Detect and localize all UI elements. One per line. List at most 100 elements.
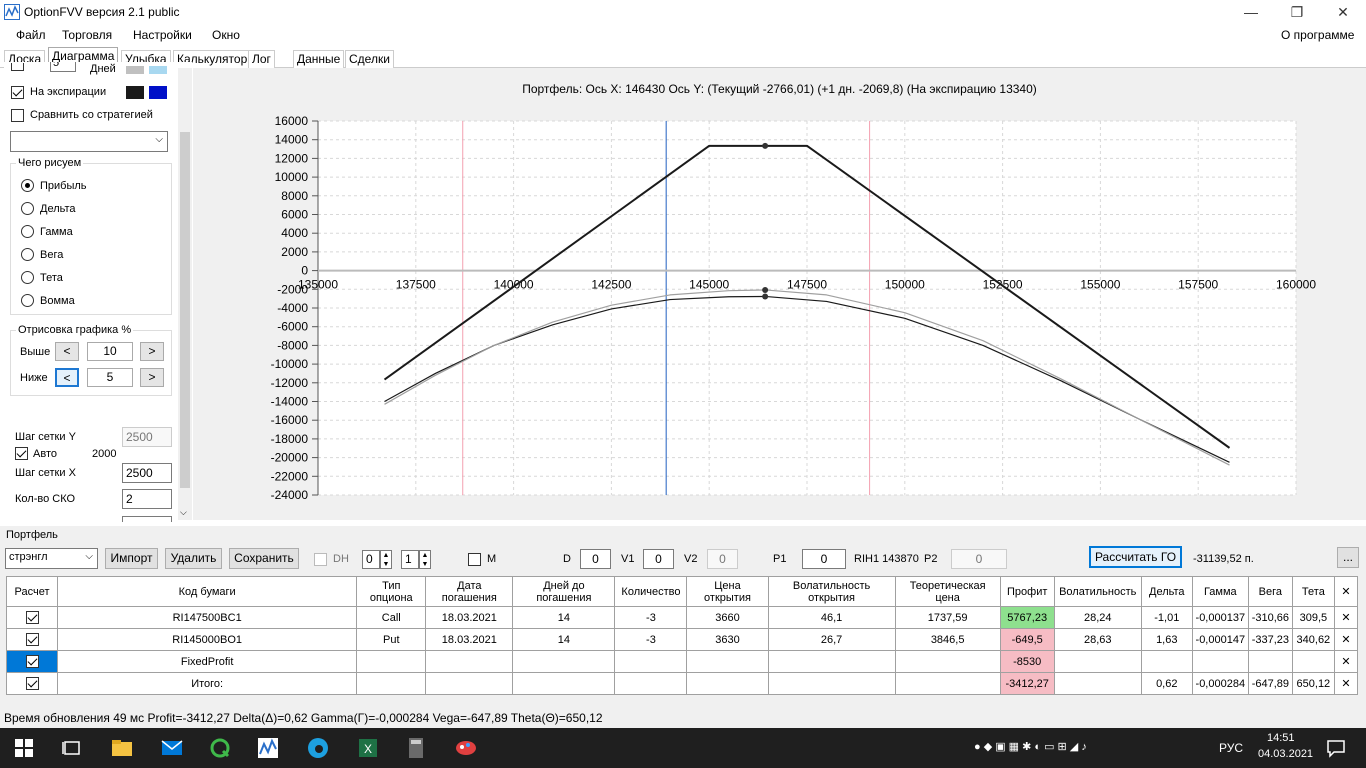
column-header[interactable]: Волатильность открытия — [767, 576, 896, 607]
radio-vomma[interactable] — [21, 294, 34, 307]
paint-icon[interactable] — [454, 736, 478, 760]
optionfvv-icon[interactable] — [256, 736, 280, 760]
calc-checkbox[interactable] — [25, 633, 39, 646]
column-header[interactable]: Профит — [999, 576, 1055, 607]
left-panel-scrollbar[interactable]: ⌵ — [178, 68, 192, 520]
table-row[interactable]: RI145000BO1 Put 18.03.2021 14 -3 3630 26,7 3846… — [5, 628, 1359, 651]
table-row[interactable]: FixedProfit -8530 ✕ — [5, 650, 1359, 673]
row-delete-button[interactable]: ✕ — [1333, 628, 1359, 651]
table-row[interactable]: Итого: -3412,27 0,62 -0,000284 -647,89 650,12… — [5, 672, 1359, 695]
calculator-icon[interactable] — [404, 736, 428, 760]
windows-start-icon[interactable] — [12, 736, 36, 760]
scrollbar-thumb[interactable] — [180, 132, 190, 488]
radio-theta[interactable] — [21, 271, 34, 284]
column-header[interactable]: Дельта — [1140, 576, 1193, 607]
radio-gamma[interactable] — [21, 225, 34, 238]
cell-code[interactable]: RI147500BC1 — [57, 606, 358, 629]
file-explorer-icon[interactable] — [110, 736, 134, 760]
row-delete-button[interactable]: ✕ — [1333, 606, 1359, 629]
calc-checkbox-cell[interactable] — [5, 606, 59, 629]
calc-checkbox[interactable] — [25, 677, 39, 690]
quik-icon[interactable] — [208, 736, 232, 760]
below-value[interactable]: 5 — [87, 368, 133, 387]
column-header[interactable]: Количество — [614, 576, 688, 607]
edge-icon[interactable] — [306, 736, 330, 760]
menu-file[interactable]: Файл — [16, 28, 46, 42]
close-button[interactable]: ✕ — [1320, 0, 1366, 24]
calc-checkbox[interactable] — [25, 611, 39, 624]
save-button[interactable]: Сохранить — [229, 548, 299, 569]
expiration-checkbox[interactable] — [11, 86, 24, 99]
cell-code[interactable]: RI145000BO1 — [57, 628, 358, 651]
tray-icons[interactable]: ● ◆ ▣ ▦ ✱ ◐ ▭ ⊞ ◢ ♪ — [974, 740, 1087, 753]
grid-x-input[interactable]: 2500 — [122, 463, 172, 483]
column-header[interactable]: Гамма — [1191, 576, 1249, 607]
v1-input[interactable]: 0 — [643, 549, 674, 569]
cell-code[interactable]: Итого: — [57, 672, 358, 695]
exp-color-2[interactable] — [149, 86, 167, 99]
profit-chart[interactable]: 16000 14000 12000 10000 8000 6000 4000 2000 0 -20… — [193, 68, 1366, 520]
calc-checkbox[interactable] — [25, 655, 39, 668]
column-header[interactable]: Вега — [1247, 576, 1293, 607]
row-delete-button[interactable]: ✕ — [1333, 650, 1359, 673]
calc-go-button[interactable]: Рассчитать ГО — [1089, 546, 1182, 568]
import-button[interactable]: Импорт — [105, 548, 158, 569]
sko-input[interactable]: 2 — [122, 489, 172, 509]
excel-icon[interactable]: X — [356, 736, 380, 760]
clock-time[interactable]: 14:51 — [1267, 732, 1295, 744]
p2-input[interactable]: 0 — [951, 549, 1007, 569]
spin1-arrows[interactable]: ▲ ▼ — [380, 550, 392, 569]
calc-checkbox-cell[interactable] — [5, 650, 59, 673]
column-header[interactable]: Дней до погашения — [512, 576, 616, 607]
scroll-down-icon[interactable]: ⌵ — [180, 507, 187, 518]
delete-button[interactable]: Удалить — [165, 548, 222, 569]
task-view-icon[interactable] — [60, 736, 84, 760]
days-color-2[interactable] — [149, 66, 167, 74]
column-header[interactable]: Расчет — [5, 576, 59, 607]
column-header[interactable]: Цена открытия — [686, 576, 769, 607]
column-header[interactable]: Тип опциона — [356, 576, 427, 607]
v2-input[interactable]: 0 — [707, 549, 738, 569]
p1-input[interactable]: 0 — [802, 549, 846, 569]
radio-profit[interactable] — [21, 179, 34, 192]
spin2-input[interactable]: 1 — [401, 550, 419, 569]
radio-vega[interactable] — [21, 248, 34, 261]
calc-checkbox-cell[interactable] — [5, 628, 59, 651]
days-checkbox[interactable] — [11, 63, 24, 71]
chart-area[interactable]: Портфель: Ось X: 146430 Ось Y: (Текущий … — [193, 68, 1366, 520]
strategy-compare-select[interactable]: ⌵ — [10, 131, 168, 152]
spin2-arrows[interactable]: ▲ ▼ — [419, 550, 431, 569]
tab-deals[interactable]: Сделки — [345, 50, 394, 68]
mail-icon[interactable] — [160, 736, 184, 760]
grid-y-input[interactable]: 2500 — [122, 427, 172, 447]
column-header[interactable]: Волатильность — [1053, 576, 1142, 607]
auto-checkbox[interactable] — [15, 447, 28, 460]
compare-checkbox[interactable] — [11, 109, 24, 122]
column-header[interactable]: Дата погашения — [425, 576, 514, 607]
minimize-button[interactable]: — — [1228, 0, 1274, 24]
below-decrease-button[interactable]: < — [55, 368, 79, 387]
row-delete-button[interactable]: ✕ — [1333, 672, 1359, 695]
column-header[interactable]: ✕ — [1333, 576, 1359, 607]
column-header[interactable]: Тета — [1291, 576, 1335, 607]
maximize-button[interactable]: ❐ — [1274, 0, 1320, 24]
table-row[interactable]: RI147500BC1 Call 18.03.2021 14 -3 3660 46,1 173… — [5, 606, 1359, 629]
more-button[interactable]: ... — [1337, 547, 1359, 568]
spin1-input[interactable]: 0 — [362, 550, 380, 569]
exp-color-1[interactable] — [126, 86, 144, 99]
cell-code[interactable]: FixedProfit — [57, 650, 358, 673]
tab-log[interactable]: Лог — [248, 50, 275, 68]
above-increase-button[interactable]: > — [140, 342, 164, 361]
menu-about[interactable]: О программе — [1281, 28, 1354, 42]
column-header[interactable]: Теоретическая цена — [894, 576, 1001, 607]
notifications-icon[interactable] — [1324, 736, 1348, 760]
above-value[interactable]: 10 — [87, 342, 133, 361]
menu-window[interactable]: Окно — [212, 28, 240, 42]
menu-settings[interactable]: Настройки — [133, 28, 192, 42]
days-input[interactable]: 5 — [50, 62, 76, 72]
clock-date[interactable]: 04.03.2021 — [1258, 748, 1313, 760]
below-increase-button[interactable]: > — [140, 368, 164, 387]
dh-checkbox[interactable] — [314, 553, 327, 566]
column-header[interactable]: Код бумаги — [57, 576, 358, 607]
m-checkbox[interactable] — [468, 553, 481, 566]
